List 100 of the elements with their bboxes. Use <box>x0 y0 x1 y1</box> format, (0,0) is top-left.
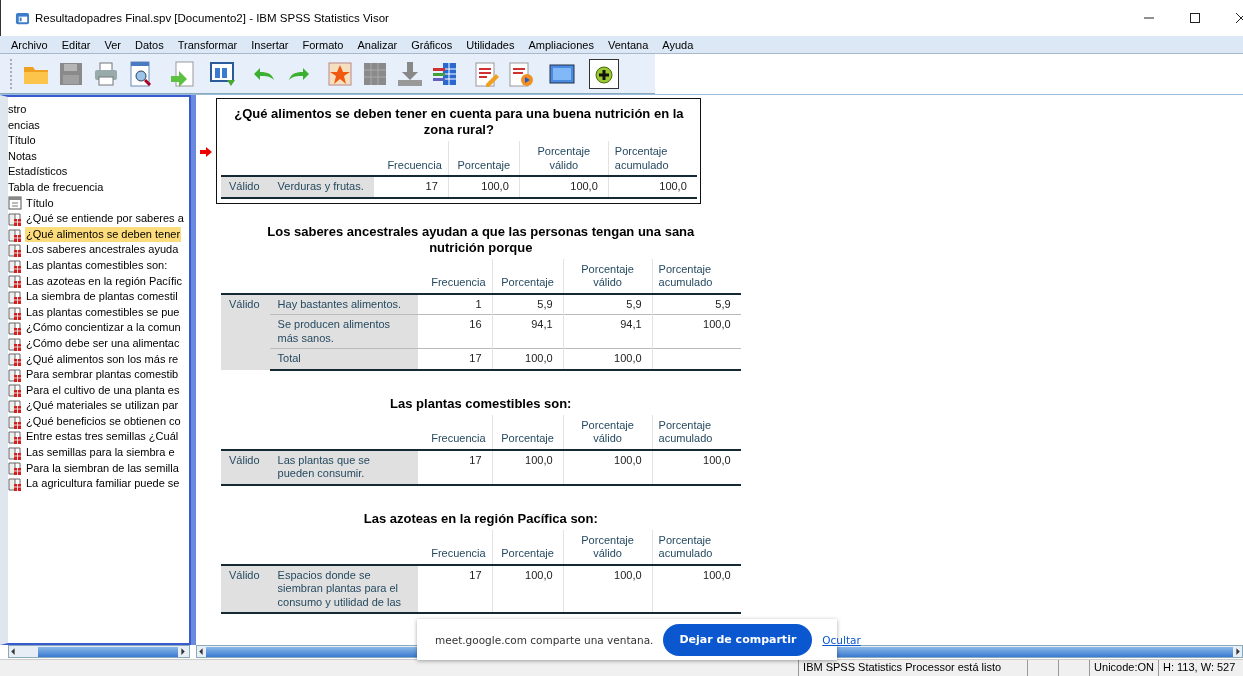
outline-item[interactable]: Para el cultivo de una planta es <box>25 382 181 399</box>
menu-item[interactable]: Insertar <box>246 38 298 51</box>
columns-icon[interactable] <box>209 59 237 88</box>
outline-item[interactable]: ¿Cómo concientizar a la comun <box>25 320 182 336</box>
selection-arrow-icon <box>200 147 212 157</box>
edit-document-icon[interactable] <box>472 59 500 88</box>
outline-item[interactable]: Notas <box>8 148 189 165</box>
table-cell: 100,0 <box>525 352 553 364</box>
table-cell: 17 <box>425 180 438 192</box>
outline-item[interactable]: ¿Cómo debe ser una alimentac <box>25 335 181 352</box>
table-cell: 17 <box>469 453 482 466</box>
table-book-icon <box>8 211 22 226</box>
column-header: Porcentaje válido <box>537 145 591 171</box>
title-page-icon <box>8 196 22 211</box>
table-book-icon <box>8 321 22 336</box>
hide-link[interactable]: Ocultar <box>822 633 861 646</box>
table-cell: 1 <box>475 297 482 310</box>
menu-item[interactable]: Analizar <box>352 38 407 51</box>
table-book-icon <box>8 289 22 304</box>
outline-item[interactable]: Estadísticos <box>8 164 189 180</box>
status-size: H: 113, W: 527 <box>1162 660 1237 675</box>
table-cell: 100,0 <box>481 180 509 192</box>
menu-item[interactable]: Archivo <box>6 38 57 51</box>
download-icon[interactable] <box>396 59 424 88</box>
app-icon <box>15 10 30 26</box>
outline-item[interactable]: La agricultura familiar puede se <box>25 476 181 492</box>
table-cell: 100,0 <box>614 352 642 364</box>
outline-item[interactable]: ¿Qué beneficios se obtienen co <box>25 413 182 430</box>
row-group-label: Válido <box>229 180 260 192</box>
outline-item[interactable]: Título <box>8 133 189 149</box>
outline-item[interactable]: Las plantas comestibles son: <box>25 257 169 274</box>
menu-item[interactable]: Transformar <box>172 38 247 51</box>
menu-item[interactable]: Editar <box>56 38 100 51</box>
outline-item[interactable]: Los saberes ancestrales ayuda <box>25 242 180 258</box>
plus-icon[interactable] <box>589 58 619 89</box>
table-book-icon <box>8 305 22 320</box>
outline-item[interactable]: ¿Qué alimentos se deben tener <box>25 226 182 243</box>
menu-item[interactable]: Ampliaciones <box>523 38 603 51</box>
column-header: Porcentaje acumulado <box>658 533 713 559</box>
table-cell: 17 <box>469 352 482 364</box>
printer-icon[interactable] <box>92 59 120 88</box>
outline-item[interactable]: stro <box>8 102 189 118</box>
scroll-left-icon[interactable] <box>197 647 206 656</box>
stop-sharing-button[interactable]: Dejar de compartir <box>663 623 813 656</box>
outline-item[interactable]: Las azoteas en la región Pacífic <box>25 273 183 290</box>
document-play-icon[interactable] <box>507 59 535 88</box>
table-cell: 94,1 <box>620 318 642 330</box>
outline-item[interactable]: Para sembrar plantas comestib <box>25 367 180 383</box>
outline-item[interactable]: ¿Qué se entiende por saberes a <box>25 211 185 227</box>
scroll-right-icon[interactable] <box>178 647 187 656</box>
outline-item[interactable]: Las semillas para la siembra e <box>25 445 176 461</box>
outline-item[interactable]: Entre estas tres semillas ¿Cuál <box>25 429 180 446</box>
horizontal-scrollbar[interactable] <box>8 645 190 658</box>
table-cell: 16 <box>469 318 482 330</box>
table-cell: 100,0 <box>614 568 642 581</box>
table-book-icon <box>8 399 22 414</box>
table-book-icon <box>8 430 22 445</box>
menu-item[interactable]: Utilidades <box>461 38 524 51</box>
close-icon[interactable] <box>1235 12 1243 24</box>
scroll-right-icon[interactable] <box>1233 647 1242 656</box>
table-title: Las azoteas en la región Pacífica son: <box>362 510 599 527</box>
table-cell: 5,9 <box>537 297 553 310</box>
table-cell: 100,0 <box>614 453 642 466</box>
table-cell: 100,0 <box>525 453 553 466</box>
column-header: Porcentaje <box>501 432 554 444</box>
outline-item[interactable]: Para la siembran de las semilla <box>25 460 180 477</box>
outline-item[interactable]: ¿Qué alimentos son los más re <box>25 351 180 368</box>
menu-item[interactable]: Gráficos <box>406 38 462 51</box>
menu-item[interactable]: Ayuda <box>657 38 703 51</box>
row-label: Se producen alimentos más sanos. <box>277 318 391 344</box>
column-header: Porcentaje válido <box>581 262 634 288</box>
row-label: Total <box>277 352 301 364</box>
table-book-icon <box>8 227 22 242</box>
row-label: Hay bastantes alimentos. <box>277 297 402 310</box>
row-label: Las plantas que se pueden consumir. <box>277 453 370 479</box>
outline-item[interactable]: Las plantas comestibles se pue <box>25 304 181 321</box>
menu-item[interactable]: Formato <box>297 38 353 51</box>
table-cell: 5,9 <box>626 297 642 310</box>
menu-item[interactable]: Ventana <box>602 38 658 51</box>
column-header: Frecuencia <box>431 547 486 559</box>
status-unicode: Unicode:ON <box>1090 660 1159 676</box>
table-cell: 5,9 <box>715 297 731 310</box>
outline-item[interactable]: La siembra de plantas comestil <box>25 289 179 305</box>
menu-item[interactable]: Ver <box>99 38 130 51</box>
share-message: meet.google.com comparte una ventana. <box>435 633 654 646</box>
scroll-left-icon[interactable] <box>9 647 18 656</box>
table-book-icon <box>8 367 22 382</box>
column-header: Porcentaje acumulado <box>658 262 713 288</box>
menu-item[interactable]: Datos <box>129 38 173 51</box>
table-book-icon <box>8 383 22 398</box>
table-book-icon <box>8 258 22 273</box>
table-title: Los saberes ancestrales ayudan a que las personas tengan una sana nutrición porque <box>266 223 696 256</box>
column-header: Porcentaje <box>501 547 554 559</box>
maximize-icon[interactable] <box>1189 12 1201 24</box>
outline-item[interactable]: Tabla de frecuencia <box>8 179 189 196</box>
table-cell: 100,0 <box>570 180 598 192</box>
table-title: Las plantas comestibles son: <box>389 395 573 412</box>
outline-item[interactable]: ¿Qué materiales se utilizan par <box>25 398 180 414</box>
outline-item[interactable]: encias <box>8 117 189 134</box>
outline-item[interactable]: Título <box>25 195 55 212</box>
